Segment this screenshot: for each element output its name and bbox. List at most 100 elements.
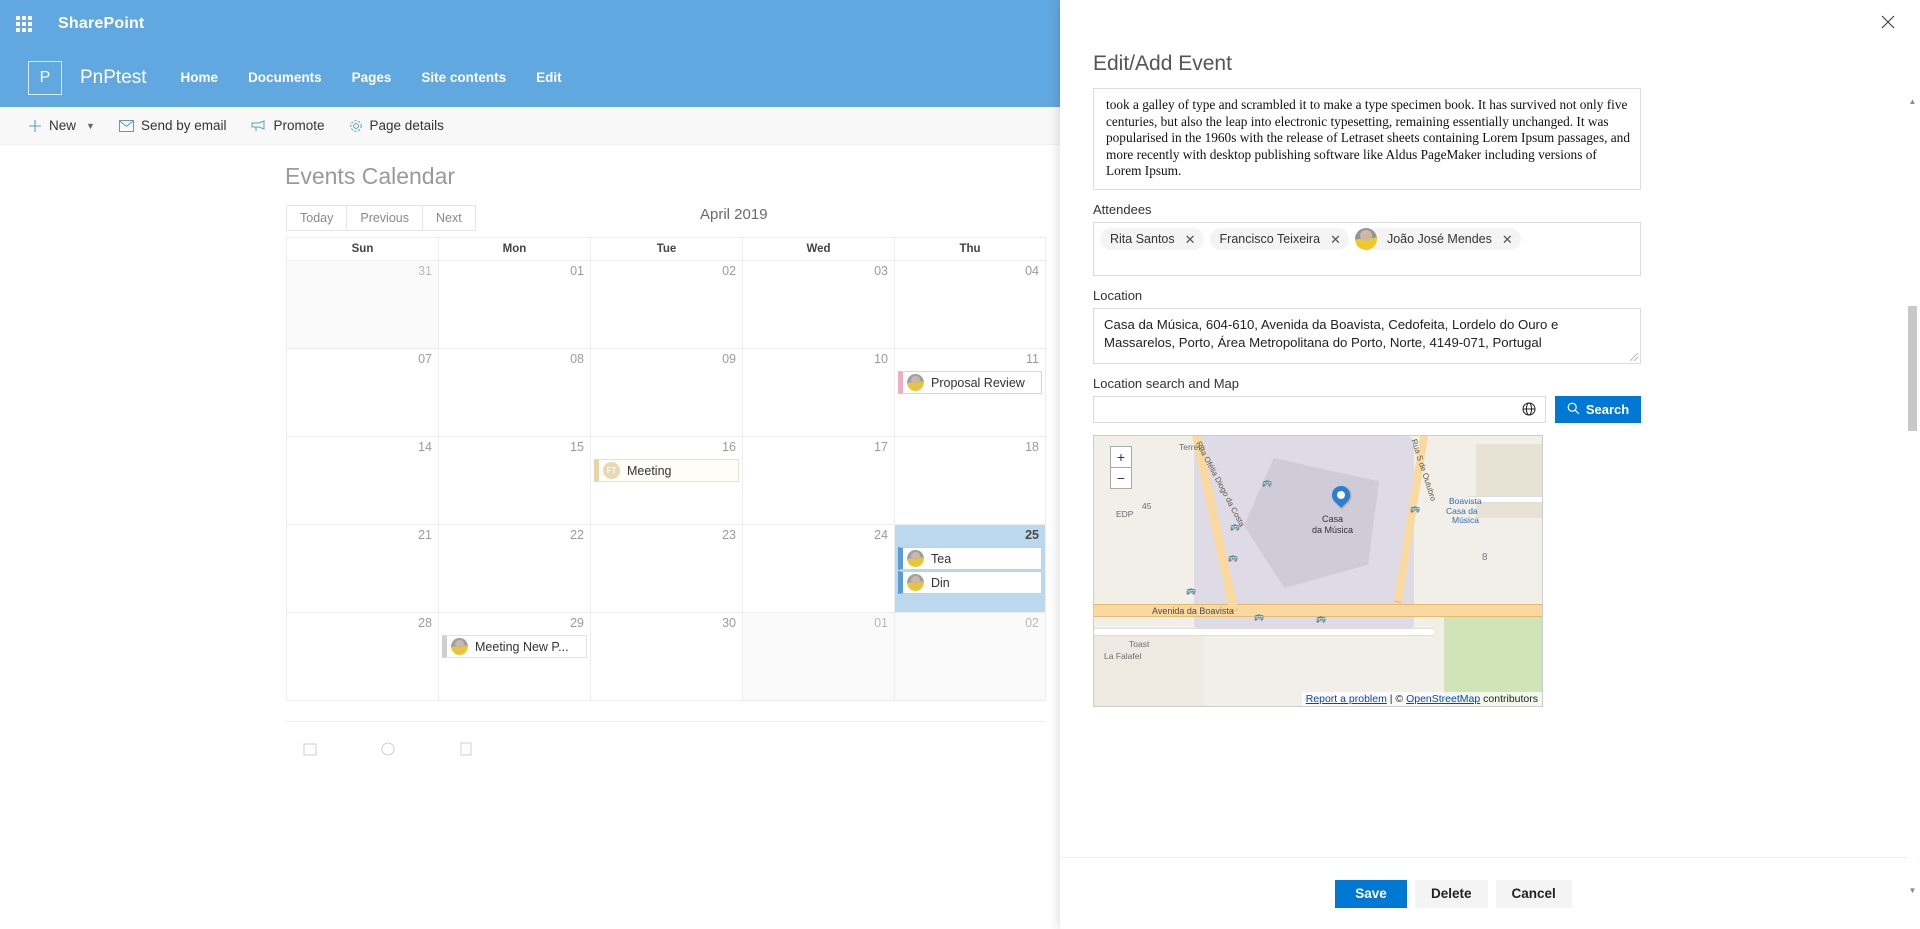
site-name[interactable]: PnPtest (80, 67, 147, 89)
weekday-mon: Mon (438, 237, 590, 261)
nav-item-edit[interactable]: Edit (536, 70, 562, 85)
calendar-event[interactable]: FT Meeting (594, 459, 739, 482)
location-search-input[interactable] (1094, 397, 1545, 422)
description-textarea[interactable]: took a galley of type and scrambled it t… (1093, 88, 1641, 190)
calendar-day-cell[interactable]: 10 (742, 349, 894, 437)
calendar-week-row: 31 01 02 03 04 (286, 261, 1046, 349)
today-button[interactable]: Today (286, 205, 348, 231)
calendar-day-cell[interactable]: 22 (438, 525, 590, 613)
panel-footer: Save Delete Cancel (1060, 857, 1920, 929)
save-button[interactable]: Save (1335, 879, 1407, 908)
attendee-pill[interactable]: Rita Santos ✕ (1100, 228, 1204, 250)
calendar-day-cell[interactable]: 04 (894, 261, 1046, 349)
search-button[interactable]: Search (1555, 396, 1641, 423)
calendar-day-cell[interactable]: 28 (286, 613, 438, 701)
calendar-day-number: 10 (874, 352, 888, 366)
calendar-event[interactable]: Meeting New P... (442, 635, 587, 658)
page-details-label: Page details (369, 118, 444, 133)
scroll-up-icon[interactable]: ▲ (1907, 96, 1918, 107)
calendar-day-number: 22 (570, 528, 584, 542)
map-zoom-in-button[interactable]: + (1110, 446, 1132, 468)
calendar-day-cell[interactable]: 23 (590, 525, 742, 613)
calendar-day-cell[interactable]: 30 (590, 613, 742, 701)
calendar-day-cell[interactable]: 21 (286, 525, 438, 613)
calendar-day-cell[interactable]: 31 (286, 261, 438, 349)
calendar-event[interactable]: Tea (898, 547, 1042, 570)
calendar-day-cell[interactable]: 25 Tea Din (894, 525, 1046, 613)
calendar-day-cell[interactable]: 07 (286, 349, 438, 437)
panel-body: took a galley of type and scrambled it t… (1093, 88, 1888, 868)
close-icon[interactable]: ✕ (1328, 233, 1343, 246)
calendar-day-cell[interactable]: 18 (894, 437, 1046, 525)
attendee-name: Francisco Teixeira (1219, 232, 1321, 246)
footer-icon-3 (456, 739, 476, 764)
calendar-day-number: 14 (418, 440, 432, 454)
attribution-contributors: contributors (1483, 693, 1538, 705)
calendar-day-cell[interactable]: 11 Proposal Review (894, 349, 1046, 437)
calendar-event-title: Tea (931, 551, 952, 566)
nav-item-site-contents[interactable]: Site contents (421, 70, 506, 85)
promote-label: Promote (273, 118, 325, 133)
calendar-day-cell[interactable]: 14 (286, 437, 438, 525)
suite-title[interactable]: SharePoint (58, 15, 144, 33)
calendar-day-number: 17 (874, 440, 888, 454)
calendar-day-number: 01 (570, 264, 584, 278)
map-zoom-out-button[interactable]: − (1110, 467, 1132, 489)
scroll-down-icon[interactable]: ▼ (1907, 885, 1918, 896)
calendar-day-cell[interactable]: 01 (742, 613, 894, 701)
location-map[interactable]: Rua Ofélia Diogo da Costa Rua S de Outub… (1093, 435, 1543, 707)
location-textarea[interactable]: Casa da Música, 604-610, Avenida da Boav… (1093, 308, 1641, 364)
calendar-week-row: 21 22 23 24 25 Tea Din (286, 525, 1046, 613)
report-a-problem-link[interactable]: Report a problem (1306, 693, 1387, 705)
app-launcher-icon[interactable] (0, 0, 48, 48)
attendee-pill[interactable]: João José Mendes ✕ (1354, 228, 1521, 250)
events-calendar-webpart: Events Calendar Today Previous Next Apri… (0, 145, 1060, 929)
calendar-day-cell[interactable]: 24 (742, 525, 894, 613)
delete-button[interactable]: Delete (1415, 879, 1488, 908)
calendar-day-cell[interactable]: 02 (590, 261, 742, 349)
scrollbar-track[interactable] (1907, 96, 1918, 896)
calendar-event[interactable]: Proposal Review (898, 371, 1042, 394)
calendar-day-cell[interactable]: 03 (742, 261, 894, 349)
calendar-day-cell[interactable]: 01 (438, 261, 590, 349)
panel-scrollbar[interactable]: ▲ ▼ (1907, 96, 1918, 896)
attribution-separator: | (1389, 693, 1393, 705)
calendar-day-cell[interactable]: 15 (438, 437, 590, 525)
page-details-button[interactable]: Page details (339, 113, 454, 138)
map-attribution: Report a problem | © OpenStreetMap contr… (1301, 692, 1542, 706)
transit-icon: 🚌 (1316, 614, 1326, 623)
close-icon[interactable] (1872, 6, 1904, 38)
calendar-day-cell[interactable]: 16 FT Meeting (590, 437, 742, 525)
calendar-day-cell[interactable]: 17 (742, 437, 894, 525)
scrollbar-thumb[interactable] (1908, 306, 1917, 431)
attendee-pill[interactable]: Francisco Teixeira ✕ (1209, 228, 1349, 250)
new-button[interactable]: New ▼ (18, 113, 105, 138)
close-icon[interactable]: ✕ (1183, 233, 1198, 246)
calendar-day-number: 03 (874, 264, 888, 278)
nav-item-pages[interactable]: Pages (352, 70, 392, 85)
calendar-day-number: 24 (874, 528, 888, 542)
calendar-day-cell[interactable]: 29 Meeting New P... (438, 613, 590, 701)
nav-item-home[interactable]: Home (181, 70, 219, 85)
nav-item-documents[interactable]: Documents (248, 70, 322, 85)
next-button[interactable]: Next (422, 205, 476, 231)
calendar-day-number: 23 (722, 528, 736, 542)
transit-icon: 🚌 (1410, 504, 1420, 513)
previous-button[interactable]: Previous (346, 205, 423, 231)
openstreetmap-link[interactable]: OpenStreetMap (1406, 693, 1480, 705)
cancel-button[interactable]: Cancel (1495, 879, 1572, 908)
globe-icon[interactable] (1522, 402, 1536, 421)
calendar-day-number: 07 (418, 352, 432, 366)
search-button-label: Search (1585, 402, 1630, 417)
calendar-day-number: 02 (722, 264, 736, 278)
send-by-email-button[interactable]: Send by email (109, 113, 237, 138)
calendar-day-cell[interactable]: 02 (894, 613, 1046, 701)
close-icon[interactable]: ✕ (1500, 233, 1515, 246)
attendees-field[interactable]: Rita Santos ✕ Francisco Teixeira ✕ João … (1093, 222, 1641, 276)
calendar-event[interactable]: Din (898, 571, 1042, 594)
calendar-day-cell[interactable]: 09 (590, 349, 742, 437)
calendar-day-cell[interactable]: 08 (438, 349, 590, 437)
weekday-sun: Sun (286, 237, 438, 261)
promote-button[interactable]: Promote (241, 113, 335, 138)
calendar-day-number: 02 (1025, 616, 1039, 630)
